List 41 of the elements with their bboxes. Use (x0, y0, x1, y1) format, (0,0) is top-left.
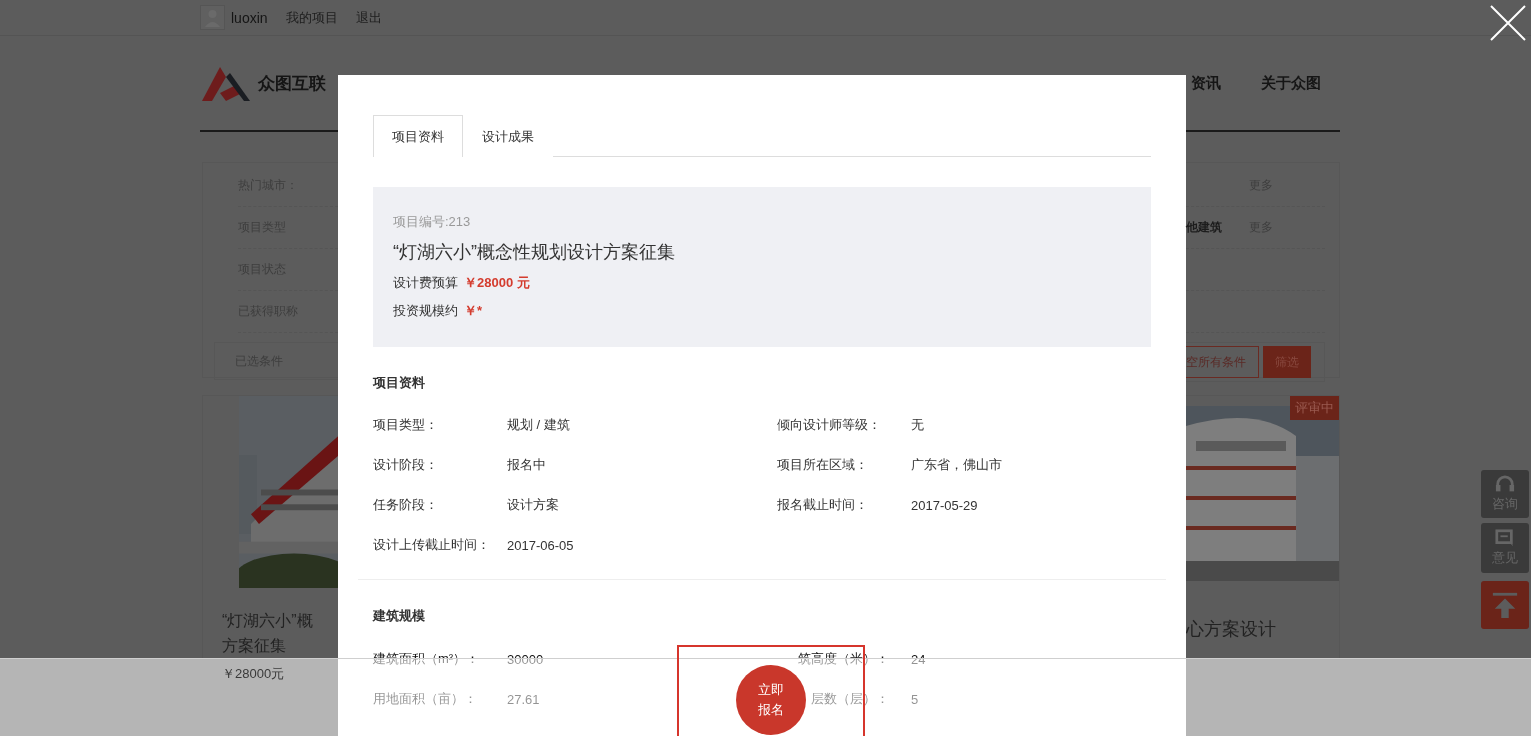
nav-link[interactable]: 关于众图 (1261, 73, 1321, 93)
card-price: ￥28000元 (221, 665, 286, 683)
top-link[interactable]: 退出 (355, 8, 382, 27)
username[interactable]: luoxin (231, 9, 268, 26)
field-value: 广东省，佛山市 (911, 456, 1003, 474)
field-value: 无 (911, 416, 925, 434)
investment-label: 投资规模约 (393, 302, 458, 320)
field-label: 设计阶段： (373, 456, 439, 474)
section-title: 建筑规模 (373, 607, 426, 625)
field-label: 项目类型： (373, 416, 439, 434)
tab[interactable]: 项目资料 (373, 115, 463, 157)
card-title: 方案征集 (222, 636, 287, 656)
field-value: 5 (911, 691, 920, 707)
field-label: 任务阶段： (373, 496, 439, 514)
budget-value: ￥28000 元 (464, 274, 530, 292)
filter-option[interactable]: 他建筑 (1186, 219, 1222, 236)
nav-link[interactable]: 资讯 (1191, 73, 1221, 93)
field-value: 27.61 (507, 691, 541, 707)
field-value: 规划 / 建筑 (507, 416, 571, 434)
top-link[interactable]: 我的项目 (285, 8, 338, 27)
field-label: 项目所在区域： (777, 456, 869, 474)
field-value: 2017-05-29 (911, 497, 979, 513)
field-value: 设计方案 (507, 496, 560, 514)
close-icon[interactable] (1490, 5, 1526, 41)
logo-text: 众图互联 (258, 72, 326, 95)
field-value: 报名中 (507, 456, 547, 474)
field-value: 2017-06-05 (507, 537, 575, 553)
field-label: 用地面积（亩）： (373, 690, 478, 708)
field-label: 报名截止时间： (777, 496, 869, 514)
section-title: 项目资料 (373, 374, 426, 392)
field-label: 层数（层）： (810, 690, 890, 708)
investment-value: ￥* (464, 302, 483, 320)
chat-icon (1494, 529, 1516, 549)
project-title: “灯湖六小”概念性规划设计方案征集 (393, 241, 675, 264)
card-title: “灯湖六小”概 (222, 611, 314, 631)
field-label: 设计上传截止时间： (373, 536, 491, 554)
project-number: 项目编号:213 (393, 213, 471, 231)
card-title: 心方案设计 (1186, 618, 1277, 641)
arrow-up-icon (1491, 591, 1519, 619)
field-label: 倾向设计师等级： (777, 416, 882, 434)
budget-label: 设计费预算 (393, 274, 458, 292)
